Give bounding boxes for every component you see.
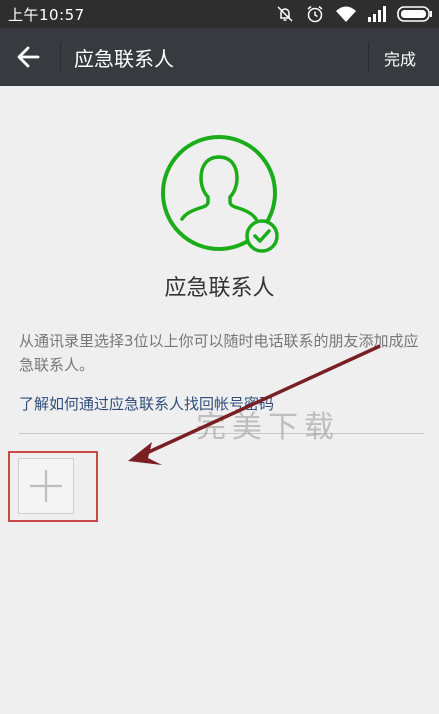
main-content: 应急联系人 从通讯录里选择3位以上你可以随时电话联系的朋友添加成应急联系人。 了… <box>0 86 439 714</box>
battery-icon <box>397 5 433 23</box>
app-bar-divider-right <box>368 42 369 72</box>
alarm-icon <box>305 4 325 24</box>
back-button[interactable] <box>12 41 46 73</box>
wifi-icon <box>335 5 357 23</box>
signal-icon <box>367 5 387 23</box>
status-bar: 上午10:57 <box>0 0 439 28</box>
mute-icon <box>275 4 295 24</box>
annotation-arrow <box>128 344 381 465</box>
status-time: 上午10:57 <box>8 6 85 24</box>
app-bar: 应急联系人 完成 <box>0 28 439 86</box>
page-title: 应急联系人 <box>74 47 174 71</box>
back-arrow-icon <box>17 46 40 68</box>
done-button[interactable]: 完成 <box>384 46 416 70</box>
status-icons <box>275 3 433 25</box>
app-bar-divider <box>60 42 61 72</box>
